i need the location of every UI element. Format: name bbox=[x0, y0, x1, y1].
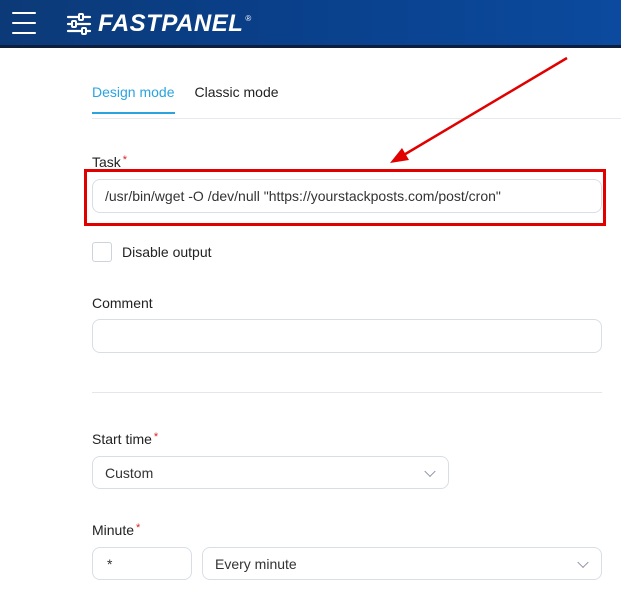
minute-input[interactable]: * bbox=[92, 547, 192, 580]
minute-select-value: Every minute bbox=[215, 555, 297, 572]
chevron-down-icon bbox=[577, 556, 589, 568]
task-input-value: /usr/bin/wget -O /dev/null "https://your… bbox=[105, 188, 501, 204]
section-divider bbox=[92, 392, 602, 393]
minute-label: Minute * bbox=[92, 522, 141, 538]
disable-output-label[interactable]: Disable output bbox=[122, 244, 212, 260]
task-input[interactable]: /usr/bin/wget -O /dev/null "https://your… bbox=[92, 179, 602, 213]
start-time-label: Start time * bbox=[92, 431, 159, 447]
task-label: Task * bbox=[92, 154, 128, 170]
comment-input[interactable] bbox=[92, 319, 602, 353]
comment-label: Comment bbox=[92, 295, 153, 311]
minute-input-value: * bbox=[107, 555, 113, 572]
start-time-value: Custom bbox=[105, 464, 154, 481]
chevron-down-icon bbox=[424, 465, 436, 477]
disable-output-checkbox[interactable] bbox=[92, 242, 112, 262]
start-time-select[interactable]: Custom bbox=[92, 456, 449, 489]
minute-select[interactable]: Every minute bbox=[202, 547, 602, 580]
